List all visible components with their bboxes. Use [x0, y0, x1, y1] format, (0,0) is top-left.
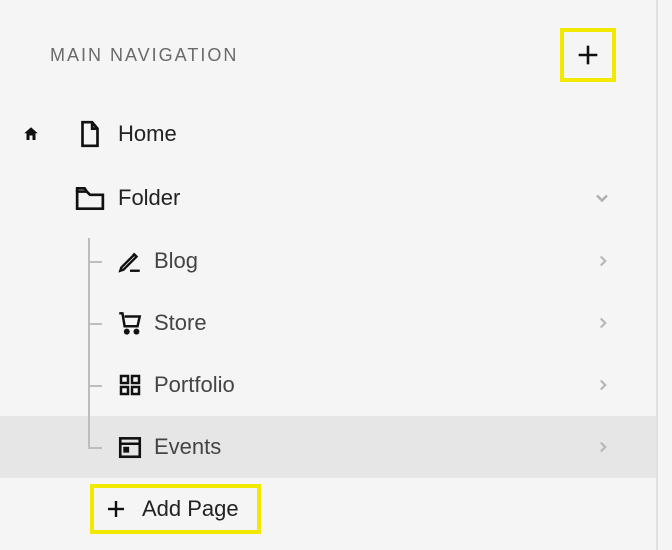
chevron-right-icon	[594, 376, 612, 394]
plus-icon	[104, 497, 128, 521]
main-navigation-panel: MAIN NAVIGATION Home	[0, 0, 658, 550]
nav-item-home[interactable]: Home	[0, 102, 656, 166]
calendar-icon	[117, 434, 143, 460]
chevron-right-icon	[594, 438, 612, 456]
nav-label-portfolio: Portfolio	[154, 372, 235, 398]
add-page-row: Add Page	[0, 480, 656, 538]
grid-icon	[118, 373, 142, 397]
nav-label-store: Store	[154, 310, 207, 336]
home-icon	[22, 125, 40, 143]
folder-icon	[75, 185, 105, 211]
nav-label-events: Events	[154, 434, 221, 460]
nav-label-folder: Folder	[118, 185, 180, 211]
add-section-button[interactable]	[560, 28, 616, 82]
chevron-right-icon	[594, 314, 612, 332]
nav-item-store[interactable]: Store	[0, 292, 656, 354]
nav-label-home: Home	[118, 121, 177, 147]
nav-item-folder[interactable]: Folder	[0, 166, 656, 230]
add-page-label: Add Page	[142, 496, 239, 522]
nav-enter-events[interactable]	[594, 438, 616, 456]
nav-enter-blog[interactable]	[594, 252, 616, 270]
pen-icon	[117, 248, 143, 274]
section-title: MAIN NAVIGATION	[50, 45, 238, 66]
nav-item-events[interactable]: Events	[0, 416, 656, 478]
chevron-down-icon	[592, 188, 612, 208]
nav-label-blog: Blog	[154, 248, 198, 274]
navigation-header: MAIN NAVIGATION	[0, 28, 656, 102]
plus-icon	[574, 41, 602, 69]
cart-icon	[116, 309, 144, 337]
add-page-button[interactable]: Add Page	[90, 484, 261, 534]
chevron-right-icon	[594, 252, 612, 270]
nav-enter-portfolio[interactable]	[594, 376, 616, 394]
collapse-toggle[interactable]	[592, 188, 616, 208]
nav-enter-store[interactable]	[594, 314, 616, 332]
nav-item-portfolio[interactable]: Portfolio	[0, 354, 656, 416]
page-icon	[77, 119, 103, 149]
nav-item-blog[interactable]: Blog	[0, 230, 656, 292]
